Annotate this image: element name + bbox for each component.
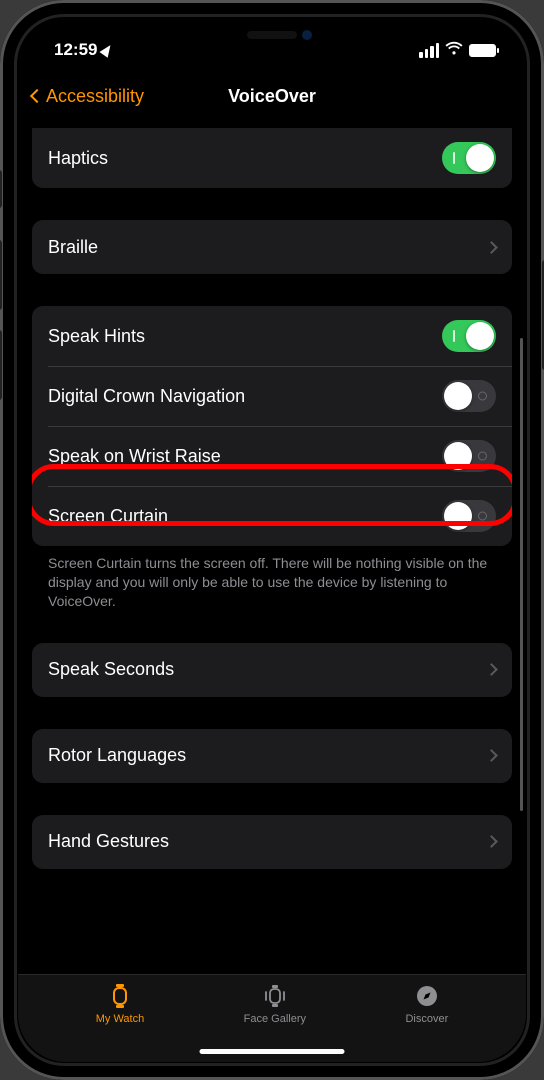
row-label: Rotor Languages [48, 745, 487, 766]
side-button [0, 170, 2, 208]
toggle-speak-hints[interactable] [442, 320, 496, 352]
chevron-left-icon [30, 89, 44, 103]
wifi-icon [445, 40, 463, 60]
toggle-screen-curtain[interactable] [442, 500, 496, 532]
back-button[interactable]: Accessibility [32, 86, 144, 107]
nav-bar: Accessibility VoiceOver [18, 72, 526, 120]
chevron-right-icon [485, 241, 498, 254]
toggle-wrist-raise[interactable] [442, 440, 496, 472]
tab-my-watch[interactable]: My Watch [96, 983, 145, 1038]
tab-label: Face Gallery [244, 1013, 306, 1025]
chevron-right-icon [485, 663, 498, 676]
page-title: VoiceOver [228, 86, 316, 107]
row-label: Haptics [48, 148, 442, 169]
back-label: Accessibility [46, 86, 144, 107]
screen: 12:59 Accessibility VoiceOver [18, 18, 526, 1062]
tab-label: Discover [405, 1013, 448, 1025]
settings-group: Hand Gestures [32, 815, 512, 869]
side-button [0, 240, 2, 310]
home-indicator[interactable] [200, 1049, 345, 1054]
face-gallery-icon [261, 983, 289, 1009]
row-wrist-raise[interactable]: Speak on Wrist Raise [32, 426, 512, 486]
row-label: Hand Gestures [48, 831, 487, 852]
row-label: Speak Hints [48, 326, 442, 347]
row-speak-hints[interactable]: Speak Hints [32, 306, 512, 366]
scroll-indicator[interactable] [520, 338, 523, 811]
chevron-right-icon [485, 835, 498, 848]
compass-icon [413, 983, 441, 1009]
toggle-haptics[interactable] [442, 142, 496, 174]
settings-group: Speak Seconds [32, 643, 512, 697]
tab-face-gallery[interactable]: Face Gallery [244, 983, 306, 1038]
notch [162, 18, 382, 52]
status-time: 12:59 [54, 40, 97, 60]
settings-group: Braille [32, 220, 512, 274]
row-rotor-languages[interactable]: Rotor Languages [32, 729, 512, 783]
row-braille[interactable]: Braille [32, 220, 512, 274]
settings-group: Haptics [32, 128, 512, 188]
phone-frame: 12:59 Accessibility VoiceOver [0, 0, 544, 1080]
cellular-icon [419, 43, 439, 58]
row-label: Digital Crown Navigation [48, 386, 442, 407]
row-hand-gestures[interactable]: Hand Gestures [32, 815, 512, 869]
row-label: Screen Curtain [48, 506, 442, 527]
row-label: Braille [48, 237, 487, 258]
battery-icon [469, 44, 496, 57]
location-icon [100, 42, 115, 58]
row-screen-curtain[interactable]: Screen Curtain [32, 486, 512, 546]
side-button [0, 330, 2, 400]
footnote-screen-curtain: Screen Curtain turns the screen off. The… [32, 546, 512, 611]
row-speak-seconds[interactable]: Speak Seconds [32, 643, 512, 697]
toggle-digital-crown[interactable] [442, 380, 496, 412]
row-label: Speak Seconds [48, 659, 487, 680]
row-digital-crown[interactable]: Digital Crown Navigation [32, 366, 512, 426]
watch-icon [106, 983, 134, 1009]
row-label: Speak on Wrist Raise [48, 446, 442, 467]
chevron-right-icon [485, 749, 498, 762]
row-haptics[interactable]: Haptics [32, 128, 512, 188]
settings-group: Rotor Languages [32, 729, 512, 783]
tab-discover[interactable]: Discover [405, 983, 448, 1038]
tab-label: My Watch [96, 1013, 145, 1025]
settings-group: Speak Hints Digital Crown Navigation Spe… [32, 306, 512, 546]
